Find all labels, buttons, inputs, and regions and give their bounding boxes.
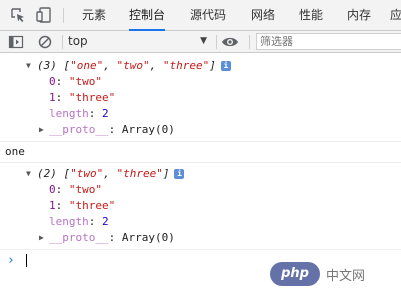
- array-count: (2): [37, 167, 57, 180]
- tab-sources[interactable]: 源代码: [190, 0, 226, 30]
- length-key: length: [49, 107, 89, 120]
- entry-value: "two": [68, 183, 102, 196]
- entry-value: "two": [68, 75, 102, 88]
- length-value: 2: [102, 215, 109, 228]
- proto-key: __proto__: [49, 231, 109, 244]
- log-text: one: [5, 145, 25, 158]
- context-value: top: [68, 34, 88, 48]
- array-summary-row[interactable]: ▼ (2) ["two", "three"] i: [0, 166, 401, 182]
- console-toolbar: top ▼ 筛选器: [0, 31, 401, 53]
- device-toolbar-icon[interactable]: [35, 6, 53, 24]
- entry-key: 1: [49, 91, 56, 104]
- array-preview-item: "three": [116, 167, 163, 180]
- tab-network[interactable]: 网络: [251, 0, 275, 30]
- live-expression-eye-icon[interactable]: [221, 35, 239, 49]
- entry-key: 0: [49, 75, 56, 88]
- tab-elements[interactable]: 元素: [82, 0, 106, 30]
- tab-memory[interactable]: 内存: [347, 0, 371, 30]
- php-cn-watermark: php 中文网: [270, 262, 396, 288]
- length-key: length: [49, 215, 89, 228]
- array-entry-row: 1: "three": [49, 199, 116, 212]
- array-proto-row[interactable]: ▶ __proto__: Array(0): [0, 122, 401, 138]
- tab-console[interactable]: 控制台: [129, 0, 166, 31]
- expanded-triangle-icon[interactable]: ▼: [26, 58, 31, 74]
- filter-input[interactable]: 筛选器: [256, 33, 401, 50]
- filter-placeholder: 筛选器: [260, 35, 293, 48]
- toolbar-separator: [62, 35, 63, 49]
- entry-value: "three": [68, 199, 116, 212]
- length-value: 2: [102, 107, 109, 120]
- sidebar-toggle-icon[interactable]: [8, 34, 24, 50]
- array-preview-item: "two": [116, 59, 150, 72]
- proto-value: Array(0): [121, 231, 175, 244]
- array-preview-item: "three": [162, 59, 210, 72]
- array-entry-row: 0: "two": [49, 183, 102, 196]
- proto-key: __proto__: [49, 123, 109, 136]
- array-entry-row: 1: "three": [49, 91, 116, 104]
- array-length-row: length: 2: [49, 215, 109, 228]
- prompt-chevron-icon: ›: [7, 253, 15, 268]
- console-message-array-3: ▼ (3) ["one", "two", "three"] i 0: "two" …: [0, 53, 401, 142]
- inspect-element-icon[interactable]: [9, 6, 27, 24]
- info-icon[interactable]: i: [174, 169, 185, 179]
- collapsed-triangle-icon[interactable]: ▶: [39, 122, 44, 138]
- toolbar-separator: [216, 35, 217, 49]
- entry-value: "three": [68, 91, 116, 104]
- clear-console-icon[interactable]: [37, 34, 53, 50]
- context-selector[interactable]: top ▼: [68, 33, 210, 50]
- collapsed-triangle-icon[interactable]: ▶: [39, 230, 44, 246]
- text-caret: [26, 254, 27, 267]
- array-entry-row: 0: "two": [49, 75, 102, 88]
- devtools-tab-bar: 元素 控制台 源代码 网络 性能 内存 应: [0, 0, 401, 31]
- watermark-site-text: 中文网: [326, 269, 366, 284]
- tab-bar-separator: [63, 8, 64, 23]
- array-count: (3): [37, 59, 57, 72]
- array-preview-item: "one": [70, 59, 104, 72]
- array-length-row: length: 2: [49, 107, 109, 120]
- entry-key: 1: [49, 199, 56, 212]
- console-message-array-2: ▼ (2) ["two", "three"] i 0: "two" 1: "thr…: [0, 163, 401, 250]
- tab-performance[interactable]: 性能: [299, 0, 323, 30]
- array-preview-item: "two": [70, 167, 104, 180]
- info-icon[interactable]: i: [220, 61, 231, 71]
- array-summary-row[interactable]: ▼ (3) ["one", "two", "three"] i: [0, 58, 401, 74]
- tab-application[interactable]: 应: [390, 0, 401, 30]
- php-logo: php: [270, 262, 320, 286]
- dropdown-arrow-icon: ▼: [200, 36, 207, 46]
- entry-key: 0: [49, 183, 56, 196]
- array-proto-row[interactable]: ▶ __proto__: Array(0): [0, 230, 401, 246]
- toolbar-separator: [249, 35, 250, 49]
- console-output: ▼ (3) ["one", "two", "three"] i 0: "two" …: [0, 53, 401, 272]
- expanded-triangle-icon[interactable]: ▼: [26, 166, 31, 182]
- console-message-plain: one: [0, 142, 401, 163]
- proto-value: Array(0): [121, 123, 175, 136]
